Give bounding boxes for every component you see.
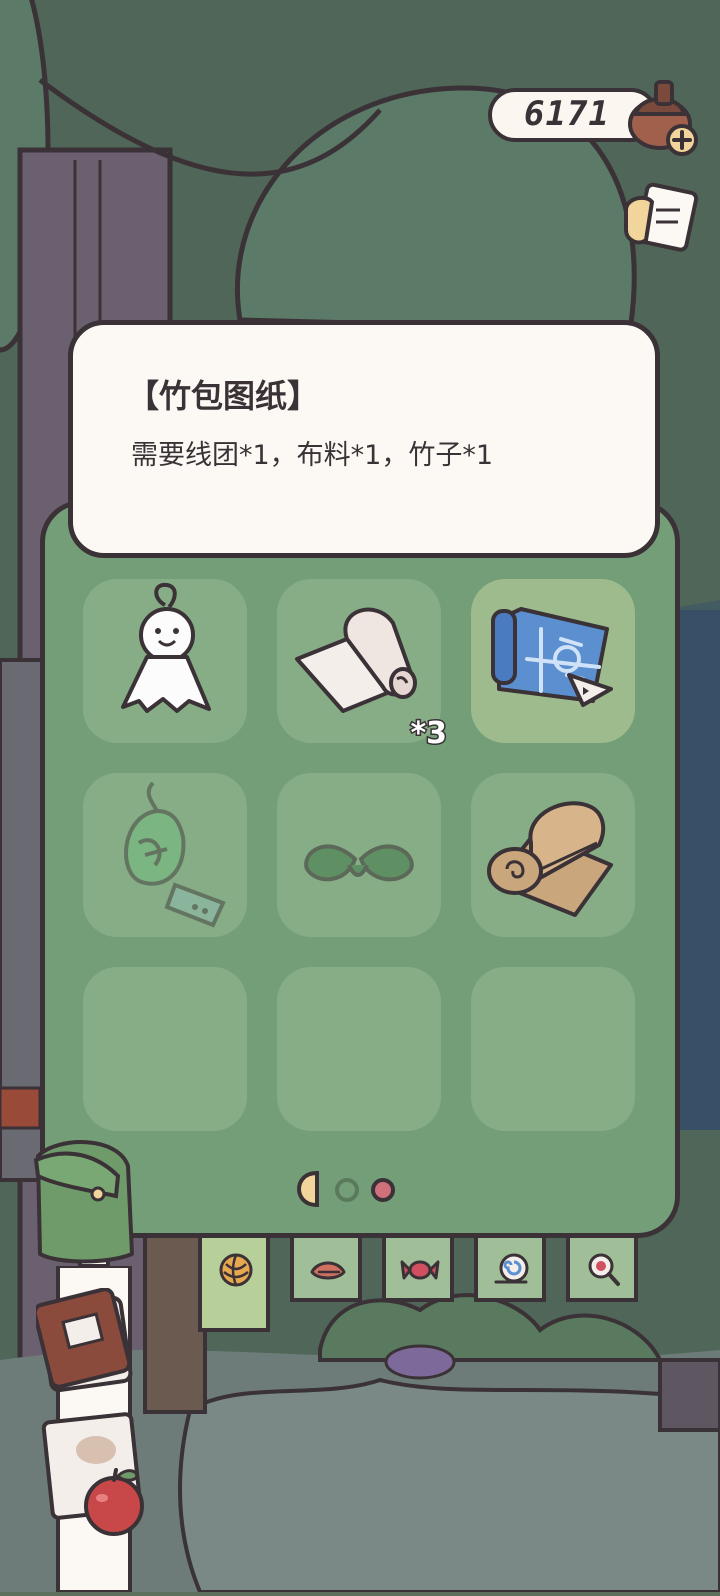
leaf-icon [310,1261,346,1280]
teru-teru-bozu-icon [121,582,211,713]
journal-icon [32,1287,133,1393]
item-requirements: 需要线团*1，布料*1，竹子*1 [131,440,494,471]
inventory-slot-3[interactable] [471,579,635,743]
acorn-add-icon[interactable] [620,74,706,160]
tab-shell[interactable] [474,1236,546,1302]
page-indicator [295,1169,445,1209]
inventory-slot-8[interactable] [277,967,441,1131]
backpack-button[interactable] [28,1136,144,1268]
page-dot-3[interactable] [369,1176,397,1204]
tab-yarn[interactable] [198,1236,270,1332]
backpack-icon [33,1140,134,1268]
bamboo-mat-icon [487,801,613,917]
magnifier-icon [588,1253,620,1286]
apple-icon [84,1468,144,1536]
page-dot-1-active[interactable] [295,1169,323,1209]
item-tooltip: 【竹包图纸】 需要线团*1，布料*1，竹子*1 [68,320,660,558]
leaf-sprout-icon [304,844,414,882]
tab-leaf[interactable] [290,1236,362,1302]
item-title: 【竹包图纸】 [127,377,320,415]
snail-shell-icon [494,1253,529,1284]
inventory-slot-1[interactable] [83,579,247,743]
inventory-panel: *3 [40,500,680,1238]
inventory-slot-2[interactable]: *3 [277,579,448,753]
apple-button[interactable] [78,1464,154,1536]
blueprint-icon [491,607,613,707]
page-dot-2[interactable] [333,1176,361,1204]
candy-icon [400,1260,440,1280]
inventory-slot-7[interactable] [83,967,247,1131]
journal-button[interactable] [32,1287,140,1400]
inventory-slot-9[interactable] [471,967,635,1131]
wind-chime-icon [124,781,226,928]
item-count: *3 [409,715,449,753]
inventory-slot-5[interactable] [277,773,441,937]
tab-candy[interactable] [382,1236,454,1302]
inventory-slot-4[interactable] [83,773,247,937]
yarn-ball-icon [219,1253,253,1287]
tab-search[interactable] [566,1236,638,1302]
currency-value: 6171 [524,94,610,134]
inventory-slot-6[interactable] [471,773,635,937]
letter-icon[interactable] [616,180,700,264]
